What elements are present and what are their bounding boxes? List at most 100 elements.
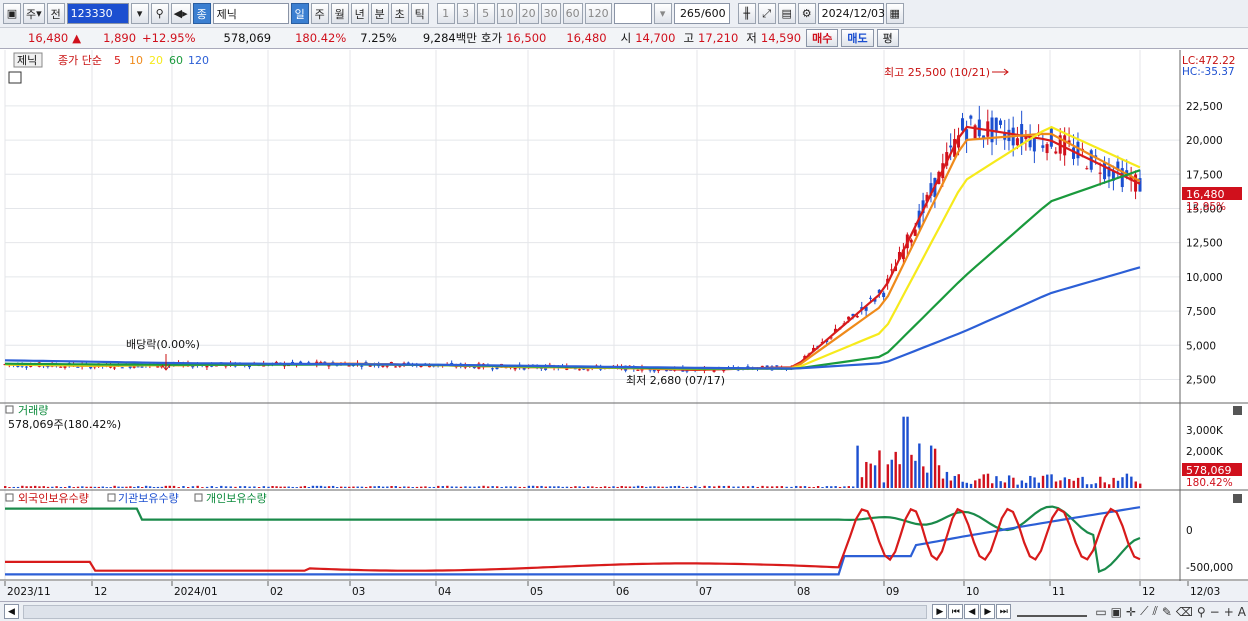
magnify-icon[interactable]: ⚲ <box>1197 605 1206 619</box>
custom-period-dropdown-icon[interactable]: ▾ <box>653 3 672 24</box>
code-dropdown-icon[interactable]: ▾ <box>130 3 149 24</box>
volume-close-icon[interactable] <box>1233 406 1242 415</box>
save-icon[interactable]: ▤ <box>777 3 796 24</box>
stock-chart[interactable]: 제닉 종가 단순 5 10 20 60 120 LC:472.22 HC:-35… <box>0 50 1248 601</box>
buy-button[interactable]: 매수 <box>806 29 839 47</box>
candle-body <box>59 366 63 368</box>
volume-bar <box>303 485 307 488</box>
volume-bar <box>570 486 573 488</box>
price-legend: 제닉 종가 단순 5 10 20 60 120 <box>8 52 209 84</box>
sub-icon[interactable]: 종 <box>192 3 211 24</box>
candle-type-icon[interactable]: ╫ <box>737 3 756 24</box>
volume-bar <box>234 486 237 488</box>
volume-bar <box>152 487 156 488</box>
volume-bar <box>495 486 499 488</box>
period-minute[interactable]: 분 <box>370 3 389 24</box>
candle-body <box>1076 141 1080 159</box>
inst-marker <box>107 493 116 502</box>
period-day[interactable]: 일 <box>290 3 309 24</box>
ma-title: 종가 단순 <box>58 54 102 67</box>
volume-bar <box>965 482 969 488</box>
market-label: 주 <box>26 7 37 21</box>
num-20[interactable]: 20 <box>518 3 539 24</box>
volume-bar <box>455 486 458 488</box>
gear-icon[interactable]: ⚙ <box>797 3 816 24</box>
holding-lines <box>5 505 1141 576</box>
volume-bar <box>890 459 893 488</box>
scroll-track[interactable] <box>23 604 928 619</box>
multi-view-icon[interactable]: ▣ <box>1111 605 1122 619</box>
volume-bar <box>882 482 886 488</box>
scroll-right-icon[interactable]: ▶ <box>932 604 948 619</box>
stock-name-field[interactable]: 제닉 <box>212 3 289 24</box>
code-input[interactable]: 123330 <box>66 3 129 24</box>
eraser-icon[interactable]: ⌫ <box>1176 605 1193 619</box>
period-month[interactable]: 월 <box>330 3 349 24</box>
period-second[interactable]: 초 <box>390 3 409 24</box>
num-3[interactable]: 3 <box>456 3 475 24</box>
volume-bar <box>1085 484 1089 488</box>
count-total: /600 <box>700 7 726 20</box>
text-tool-icon[interactable]: A <box>1238 605 1246 619</box>
draw-tool-icon[interactable]: ⤢ <box>757 3 776 24</box>
volume-bar <box>665 486 668 488</box>
volume-bar <box>624 486 628 488</box>
zoom-slider[interactable] <box>1017 607 1088 617</box>
period-tick[interactable]: 틱 <box>410 3 429 24</box>
num-1[interactable]: 1 <box>436 3 455 24</box>
scroll-left-icon[interactable]: ◀ <box>4 604 19 619</box>
stock-tag: 제닉 <box>17 54 37 67</box>
price-tick: 7,500 <box>1186 306 1216 318</box>
volume-bar <box>287 486 290 488</box>
search-icon[interactable]: ⚲ <box>150 3 169 24</box>
custom-period-input[interactable] <box>613 3 652 24</box>
period-year[interactable]: 년 <box>350 3 369 24</box>
period-week[interactable]: 주 <box>310 3 329 24</box>
prev-button[interactable]: 전 <box>46 3 65 24</box>
volume-bar <box>327 486 331 488</box>
x-tick-label: 05 <box>530 586 543 598</box>
x-tick-label: 2023/11 <box>7 586 51 598</box>
candle-body <box>490 368 494 370</box>
calendar-icon[interactable]: ▦ <box>885 3 904 24</box>
volume-bar <box>926 472 929 488</box>
table-toggle-icon[interactable] <box>8 71 22 84</box>
draw-icon[interactable]: ✎ <box>1162 605 1172 619</box>
candle-body <box>760 365 764 367</box>
first-page-icon[interactable]: ⏮ <box>948 604 964 619</box>
count-field[interactable]: 265/600 <box>673 3 730 24</box>
next-page-icon[interactable]: ▶ <box>980 604 996 619</box>
last-page-icon[interactable]: ⏭ <box>996 604 1012 619</box>
candle-body <box>1049 127 1053 147</box>
volume-bar <box>133 486 136 488</box>
num-120[interactable]: 120 <box>584 3 612 24</box>
volume-bar <box>1033 477 1036 488</box>
volume-bar <box>97 486 101 488</box>
split-view-icon[interactable]: ▭ <box>1095 605 1106 619</box>
num-30[interactable]: 30 <box>540 3 561 24</box>
crosshair-icon[interactable]: ✛ <box>1126 605 1136 619</box>
trendline-icon[interactable]: ⟋ <box>1140 604 1148 619</box>
market-select[interactable]: 주 ▾ <box>23 3 45 24</box>
volume-bar <box>1134 481 1137 488</box>
fib-icon[interactable]: ⫽ <box>1152 604 1157 619</box>
volume-bar <box>42 486 45 488</box>
chart-area[interactable]: 제닉 종가 단순 5 10 20 60 120 LC:472.22 HC:-35… <box>0 50 1248 621</box>
prev-page-icon[interactable]: ◀ <box>964 604 980 619</box>
date-field[interactable]: 2024/12/03 <box>817 3 885 24</box>
holding-close-icon[interactable] <box>1233 494 1242 503</box>
candle-body <box>998 120 1002 125</box>
volume-bar <box>8 487 11 488</box>
volume-bar <box>59 486 63 488</box>
eval-button[interactable]: 평 <box>876 29 899 47</box>
num-10[interactable]: 10 <box>496 3 517 24</box>
num-60[interactable]: 60 <box>562 3 583 24</box>
zoom-in-icon[interactable]: + <box>1224 605 1234 619</box>
zoom-out-icon[interactable]: − <box>1210 605 1220 619</box>
num-5[interactable]: 5 <box>476 3 495 24</box>
candle-body <box>949 145 953 148</box>
count-value: 265 <box>679 7 701 20</box>
window-icon[interactable]: ▣ <box>3 3 21 24</box>
speaker-icon[interactable]: ◀▸ <box>170 3 191 24</box>
sell-button[interactable]: 매도 <box>841 29 874 47</box>
